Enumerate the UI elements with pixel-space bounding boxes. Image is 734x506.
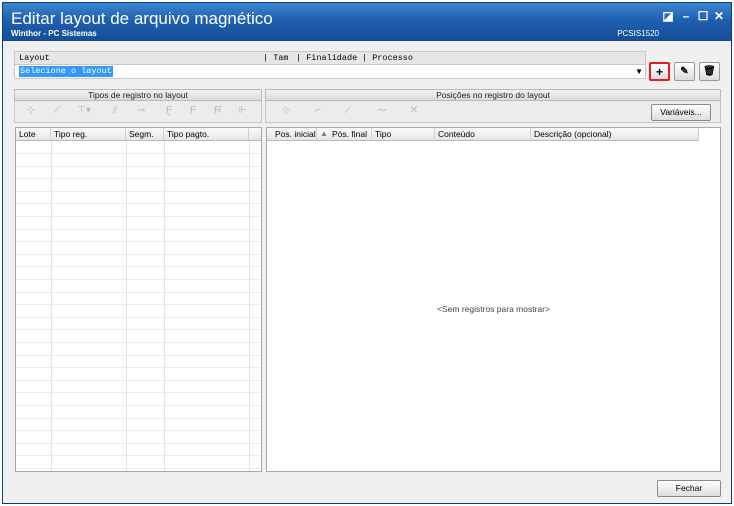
main-window: Editar layout de arquivo magnético Winth… <box>2 2 732 504</box>
col-tipo-reg[interactable]: Tipo reg. <box>51 128 126 140</box>
col-tipo-pagto[interactable]: Tipo pagto. <box>164 128 249 140</box>
grid-row-line <box>16 241 261 243</box>
right-toolbar: ⊹ ⌐ ⟋ ⁓ ✕ Variáveis... <box>265 101 721 123</box>
corner-icon[interactable]: ⌐ <box>312 105 324 117</box>
format-icon-2[interactable]: F <box>187 105 199 117</box>
wave-icon[interactable]: ⁓ <box>376 105 388 117</box>
close-icon[interactable]: ✕ <box>712 9 726 23</box>
grid-row-line <box>16 468 261 469</box>
col-pos-inicial[interactable]: Pos. inicial <box>272 128 317 140</box>
close-button[interactable]: Fechar <box>657 480 721 497</box>
insert-position-icon[interactable]: ⊹ <box>280 105 292 117</box>
window-subtitle: Winthor - PC Sistemas <box>11 29 97 38</box>
col-tipo[interactable]: Tipo <box>372 128 435 140</box>
minimize-icon[interactable]: – <box>679 9 693 23</box>
draw-icon[interactable]: ⟋ <box>51 105 63 117</box>
grid-row-line <box>16 417 261 419</box>
split-icon[interactable]: ⫽ <box>109 105 121 117</box>
grid-row-line <box>16 455 261 457</box>
chevron-down-icon[interactable]: ▼ <box>635 67 643 76</box>
grid-header: Lote Tipo reg. Segm. Tipo pagto. <box>16 128 261 141</box>
trash-icon: 🗑 <box>703 66 716 77</box>
grid-row-line <box>16 153 261 154</box>
add-layout-button[interactable]: + <box>649 62 670 81</box>
title-bar: Editar layout de arquivo magnético Winth… <box>3 3 731 41</box>
grid-row-line <box>16 203 261 205</box>
routine-code: PCSIS1520 <box>617 29 659 38</box>
window-title: Editar layout de arquivo magnético <box>11 9 273 28</box>
pencil-icon: ✎ <box>680 66 689 77</box>
grid-row-line <box>16 304 261 306</box>
col-descricao[interactable]: Descrição (opcional) <box>531 128 699 140</box>
empty-message: <Sem registros para mostrar> <box>437 304 550 314</box>
processo-column-label: | Processo <box>362 53 414 63</box>
draw-icon[interactable]: ⟋ <box>342 105 354 117</box>
restore-icon[interactable]: ◪ <box>661 9 675 23</box>
grid-row-line <box>16 329 261 331</box>
grid-row-line <box>16 266 261 268</box>
col-conteudo[interactable]: Conteúdo <box>435 128 531 140</box>
layout-header: Layout | Tam | Finalidade | Processo <box>14 51 646 65</box>
insert-record-icon[interactable]: ⊹ <box>25 105 37 117</box>
grid-header: Pos. inicial ▲ Pós. final Tipo Conteúdo … <box>267 128 699 141</box>
grid-row-line <box>16 279 261 280</box>
layout-column-label: Layout <box>19 53 50 63</box>
grid-row-line <box>16 442 261 444</box>
grid-row-line <box>16 354 261 356</box>
grid-row-line <box>16 405 261 406</box>
format-icon-1[interactable]: F̥ <box>163 105 175 117</box>
format-icon-4[interactable]: ⊩ <box>237 105 249 117</box>
edit-layout-button[interactable]: ✎ <box>674 62 695 81</box>
cut-icon[interactable]: ✕ <box>408 105 420 117</box>
grid-row-line <box>16 291 261 293</box>
layout-select-value: Selecione o layout <box>19 66 113 77</box>
grid-row-line <box>16 342 261 343</box>
col-segm[interactable]: Segm. <box>126 128 164 140</box>
footer-bar: Fechar <box>3 476 731 503</box>
right-panel-title: Posições no registro do layout <box>265 89 721 101</box>
variables-button[interactable]: Variáveis... <box>651 104 711 121</box>
tam-column-label: | Tam <box>263 53 289 63</box>
grid-row-line <box>16 316 261 318</box>
col-pos-final[interactable]: Pós. final <box>329 128 372 140</box>
left-panel-title: Tipos de registro no layout <box>14 89 262 101</box>
filter-dropdown-icon[interactable]: ⊤▾ <box>73 105 95 117</box>
grid-row-line <box>16 216 261 217</box>
maximize-icon[interactable]: ☐ <box>696 9 710 23</box>
positions-grid[interactable]: Pos. inicial ▲ Pós. final Tipo Conteúdo … <box>266 127 721 472</box>
layout-select[interactable]: Selecione o layout ▼ <box>14 65 646 79</box>
grid-row-line <box>16 178 261 180</box>
grid-rows <box>16 141 261 471</box>
delete-layout-button[interactable]: 🗑 <box>699 62 720 81</box>
grid-row-line <box>16 392 261 394</box>
grid-row-line <box>16 253 261 255</box>
plus-icon: + <box>655 65 663 79</box>
grid-row-line <box>16 430 261 432</box>
format-icon-3[interactable]: F̸ <box>211 105 223 117</box>
col-lote[interactable]: Lote <box>16 128 51 140</box>
record-types-grid[interactable]: Lote Tipo reg. Segm. Tipo pagto. <box>15 127 262 472</box>
grid-row-line <box>16 190 261 192</box>
grid-row-line <box>16 379 261 381</box>
grid-row-line <box>16 165 261 167</box>
left-toolbar: ⊹ ⟋ ⊤▾ ⫽ ⊸ F̥ F F̸ ⊩ <box>14 101 262 123</box>
grid-row-line <box>16 367 261 369</box>
finalidade-column-label: | Finalidade <box>296 53 358 63</box>
grid-row-line <box>16 228 261 230</box>
sort-asc-icon[interactable]: ▲ <box>320 129 328 138</box>
link-icon[interactable]: ⊸ <box>135 105 147 117</box>
